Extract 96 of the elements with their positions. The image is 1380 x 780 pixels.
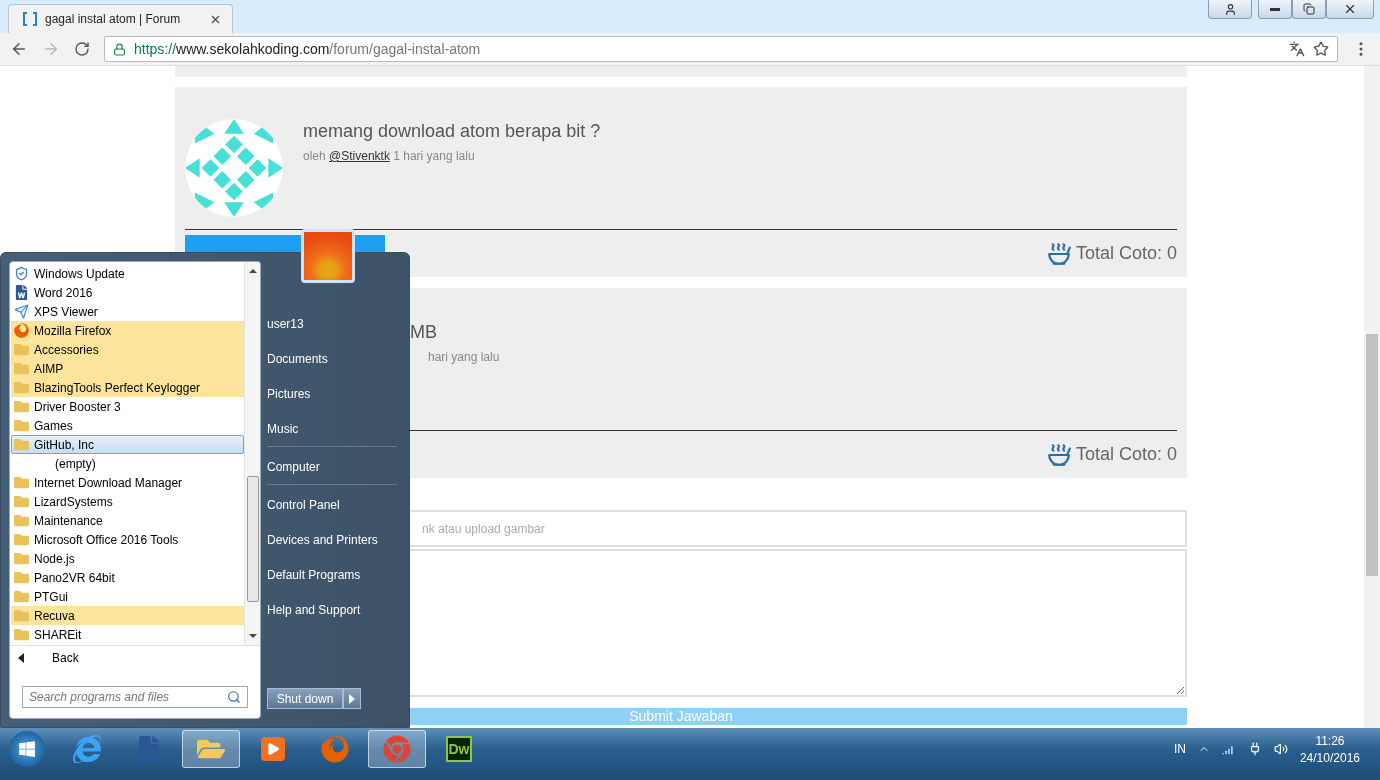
program-item[interactable]: BlazingTools Perfect Keylogger [11, 378, 244, 397]
folder-icon [14, 399, 29, 414]
program-item[interactable]: AIMP [11, 359, 244, 378]
menu-link[interactable]: Music [267, 412, 397, 447]
language-indicator[interactable]: IN [1173, 742, 1186, 756]
folder-icon [14, 608, 29, 623]
menu-link[interactable]: Computer [267, 450, 397, 485]
post-meta: oleh @Stivenktk 1 hari yang lalu [303, 149, 476, 163]
firefox-icon [321, 735, 349, 763]
clock[interactable]: 11:26 24/10/2016 [1299, 733, 1360, 765]
folder-icon [14, 627, 29, 642]
down-arrow-icon[interactable] [248, 633, 257, 639]
browser-tab[interactable]: gagal instal atom | Forum [8, 4, 233, 33]
shutdown-options-button[interactable] [343, 688, 361, 709]
folder-icon [14, 475, 29, 490]
translate-icon[interactable] [1289, 41, 1305, 57]
reload-icon[interactable] [74, 41, 90, 57]
folder-icon [14, 418, 29, 433]
folder-icon [14, 589, 29, 604]
restore-icon [1303, 3, 1315, 15]
bowl-icon [1045, 441, 1072, 468]
folder-icon [14, 361, 29, 376]
date-text: 24/10/2016 [1299, 750, 1360, 765]
folder-icon [14, 532, 29, 547]
dreamweaver-icon: Dw [446, 736, 472, 762]
folder-icon [14, 551, 29, 566]
menu-link[interactable]: Documents [267, 342, 397, 377]
program-item[interactable]: Games [11, 416, 244, 435]
chrome-icon [383, 735, 411, 763]
program-item[interactable]: PTGui [11, 587, 244, 606]
list-scrollbar[interactable] [244, 262, 260, 645]
program-item[interactable]: Internet Download Manager [11, 473, 244, 492]
menu-link[interactable]: Pictures [267, 377, 397, 412]
triangle-left-icon [18, 653, 24, 663]
lock-icon [113, 42, 126, 56]
folder-icon [14, 342, 29, 357]
program-item[interactable]: Node.js [11, 549, 244, 568]
program-item[interactable]: GitHub, Inc [11, 435, 244, 454]
program-item[interactable]: Word 2016 [11, 283, 244, 302]
program-item[interactable]: Driver Booster 3 [11, 397, 244, 416]
search-icon [227, 690, 241, 704]
search-field[interactable]: Search programs and files [22, 686, 248, 708]
taskbar-app[interactable] [368, 730, 426, 768]
close-icon [1343, 2, 1357, 16]
program-item[interactable]: Pano2VR 64bit [11, 568, 244, 587]
tab-title: gagal instal atom | Forum [45, 12, 182, 26]
menu-link[interactable]: Default Programs [267, 558, 397, 593]
folder-icon [14, 513, 29, 528]
up-arrow-icon[interactable] [248, 268, 257, 274]
address-field[interactable]: https://www.sekolahkoding.com/forum/gagal-instal-atom [104, 36, 1338, 62]
ie-icon [73, 735, 101, 763]
photo-placeholder [301, 229, 355, 283]
star-icon[interactable] [1313, 41, 1329, 57]
program-item[interactable]: Accessories [11, 340, 244, 359]
post-title: memang download atom berapa bit ? [303, 121, 601, 142]
windows-logo-icon [18, 740, 36, 758]
paper-plane-icon [14, 304, 29, 319]
speaker-icon[interactable] [1273, 742, 1288, 756]
back-item[interactable]: Back [10, 646, 260, 670]
post-meta: hari yang lalu [428, 350, 500, 364]
folder-icon [14, 437, 29, 452]
profile-button[interactable] [1208, 0, 1252, 19]
scroll-thumb[interactable] [246, 475, 259, 602]
menu-link[interactable]: user13 [267, 307, 397, 342]
media-player-icon [261, 737, 285, 761]
shield-icon [14, 266, 29, 281]
folder-icon [14, 494, 29, 509]
program-item[interactable]: Mozilla Firefox [11, 321, 244, 340]
program-item[interactable]: Windows Update [11, 264, 244, 283]
word-icon [136, 736, 162, 762]
program-item[interactable]: XPS Viewer [11, 302, 244, 321]
folder-icon [14, 380, 29, 395]
coto-count: Total Coto: 0 [1075, 444, 1177, 465]
post-title: MB [410, 322, 438, 343]
person-icon [1223, 2, 1237, 16]
triangle-right-icon [349, 693, 355, 704]
minimize-icon [1270, 7, 1280, 11]
program-item[interactable]: SHAREit [11, 625, 244, 644]
coto-count: Total Coto: 0 [1075, 243, 1177, 264]
program-item[interactable]: (empty) [11, 454, 244, 473]
firefox-icon [14, 323, 29, 338]
scrollbar[interactable] [1364, 66, 1380, 728]
back-icon[interactable] [10, 40, 28, 58]
program-item[interactable]: Recuva [11, 606, 244, 625]
word-icon [14, 285, 29, 300]
time-text: 11:26 [1315, 733, 1345, 748]
folder-icon [14, 570, 29, 585]
taskbar-app[interactable]: Dw [430, 730, 488, 768]
shut-down-button[interactable]: Shut down [267, 688, 343, 709]
minimize-button[interactable] [1258, 0, 1292, 19]
url-text: https://www.sekolahkoding.com/forum/gagal-instal-atom [134, 41, 482, 57]
bowl-icon [1045, 240, 1072, 267]
brackets-icon [23, 12, 37, 26]
author-link[interactable]: @Stivenktk [329, 149, 390, 163]
menu-link[interactable]: Help and Support [267, 593, 397, 628]
program-item[interactable]: LizardSystems [11, 492, 244, 511]
